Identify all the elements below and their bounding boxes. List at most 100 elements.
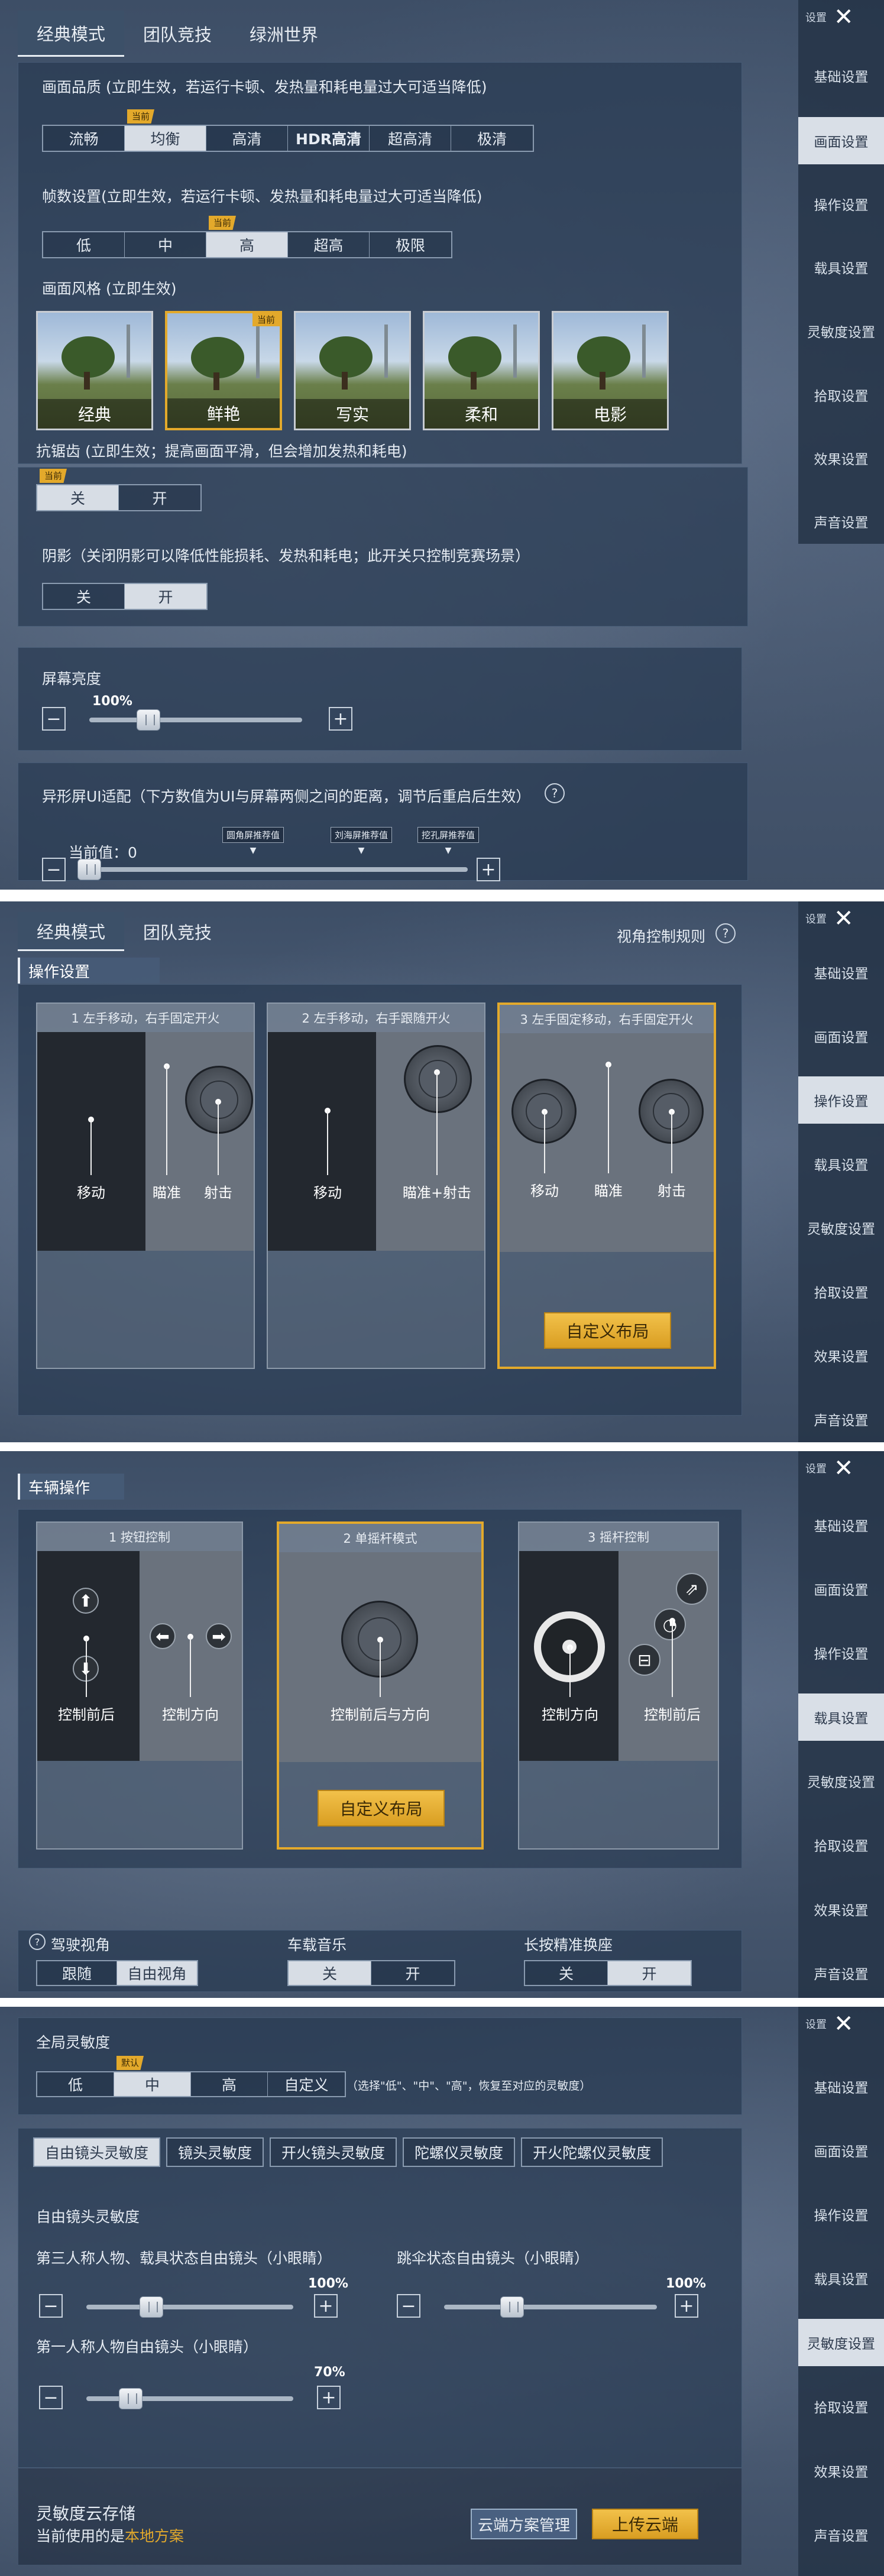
first-person-track[interactable] [86, 2396, 293, 2401]
sidebar-item-vehicle[interactable]: 载具设置 [798, 2254, 884, 2302]
antialias-on[interactable]: 开 [119, 485, 200, 510]
tab-free-camera[interactable]: 自由镜头灵敏度 [33, 2137, 161, 2167]
parachute-plus-button[interactable]: + [675, 2294, 698, 2318]
style-classic[interactable]: 经典 [36, 311, 153, 430]
sidebar-item-graphics[interactable]: 画面设置 [798, 1565, 884, 1613]
vehicle-card-1[interactable]: 1 按钮控制 ⬆ ⬇ ⬅ ➡ 控制前后 控制方向 [36, 1521, 243, 1850]
vehicle-card-3[interactable]: 3 摇杆控制 ⇗ ◔ ⊟ 控制方向 控制前后 [518, 1521, 719, 1850]
car-music-on[interactable]: 开 [371, 1961, 454, 1985]
sidebar-item-controls[interactable]: 操作设置 [798, 2191, 884, 2238]
tab-fire-camera[interactable]: 开火镜头灵敏度 [270, 2137, 397, 2167]
tab-camera[interactable]: 镜头灵敏度 [166, 2137, 264, 2167]
driver-view-help-icon[interactable]: ? [29, 1933, 46, 1950]
sidebar-item-sound[interactable]: 声音设置 [798, 498, 884, 545]
global-custom[interactable]: 自定义 [268, 2072, 345, 2096]
antialias-off[interactable]: 当前关 [37, 469, 119, 510]
fps-ultra[interactable]: 超高 [288, 232, 370, 257]
shadow-off[interactable]: 关 [43, 584, 125, 609]
brightness-track[interactable] [89, 718, 302, 722]
layout-card-1[interactable]: 1 左手移动，右手固定开火 移动 瞄准 射击 [36, 1003, 255, 1369]
sidebar-item-basic[interactable]: 基础设置 [798, 52, 884, 99]
precise-seat-off[interactable]: 关 [525, 1961, 608, 1985]
tab-team[interactable]: 团队竞技 [124, 11, 231, 57]
sidebar-item-effects[interactable]: 效果设置 [798, 1886, 884, 1933]
third-person-plus-button[interactable]: + [314, 2294, 338, 2318]
sidebar-item-basic[interactable]: 基础设置 [798, 2063, 884, 2110]
cloud-manage-button[interactable]: 云端方案管理 [471, 2509, 577, 2539]
sidebar-item-graphics[interactable]: 画面设置 [798, 117, 884, 164]
first-person-knob[interactable] [119, 2388, 143, 2409]
global-medium[interactable]: 默认中 [114, 2056, 191, 2096]
sidebar-item-graphics[interactable]: 画面设置 [798, 1013, 884, 1060]
parachute-knob[interactable] [500, 2296, 524, 2318]
third-person-track[interactable] [86, 2305, 293, 2309]
close-icon[interactable]: ✕ [834, 1456, 854, 1480]
close-icon[interactable]: ✕ [834, 2012, 854, 2036]
parachute-minus-button[interactable]: − [397, 2294, 420, 2318]
quality-hd[interactable]: 高清 [206, 126, 288, 151]
car-music-off[interactable]: 关 [289, 1961, 371, 1985]
tab-classic[interactable]: 经典模式 [18, 11, 124, 57]
notch-plus-button[interactable]: + [477, 858, 500, 881]
global-high[interactable]: 高 [191, 2072, 268, 2096]
sidebar-item-basic[interactable]: 基础设置 [798, 949, 884, 996]
quality-smooth[interactable]: 流畅 [43, 126, 125, 151]
style-soft[interactable]: 柔和 [423, 311, 540, 430]
brightness-minus-button[interactable]: − [42, 707, 66, 731]
sidebar-item-sound[interactable]: 声音设置 [798, 1396, 884, 1442]
tab-team[interactable]: 团队竞技 [124, 912, 231, 951]
sidebar-item-effects[interactable]: 效果设置 [798, 1332, 884, 1379]
driver-view-free[interactable]: 自由视角 [117, 1961, 197, 1985]
tab-oasis[interactable]: 绿洲世界 [231, 11, 337, 57]
sidebar-item-pickup[interactable]: 拾取设置 [798, 1821, 884, 1868]
sidebar-item-graphics[interactable]: 画面设置 [798, 2127, 884, 2174]
fps-low[interactable]: 低 [43, 232, 125, 257]
sidebar-item-pickup[interactable]: 拾取设置 [798, 2383, 884, 2430]
view-rules-help-icon[interactable]: ? [715, 923, 736, 943]
notch-knob[interactable] [77, 859, 101, 880]
sidebar-item-controls[interactable]: 操作设置 [798, 1076, 884, 1124]
custom-layout-button[interactable]: 自定义布局 [318, 1790, 445, 1826]
driver-view-follow[interactable]: 跟随 [37, 1961, 117, 1985]
third-person-knob[interactable] [140, 2296, 163, 2318]
fps-medium[interactable]: 中 [125, 232, 206, 257]
global-low[interactable]: 低 [37, 2072, 114, 2096]
quality-ultra-hd[interactable]: 超高清 [370, 126, 451, 151]
sidebar-item-vehicle[interactable]: 载具设置 [798, 1693, 884, 1741]
layout-card-2[interactable]: 2 左手移动，右手跟随开火 移动 瞄准+射击 [267, 1003, 485, 1369]
notch-track[interactable] [77, 867, 468, 872]
sidebar-item-sensitivity[interactable]: 灵敏度设置 [798, 1204, 884, 1251]
sidebar-item-basic[interactable]: 基础设置 [798, 1501, 884, 1549]
notch-help-icon[interactable]: ? [545, 783, 565, 803]
brightness-knob[interactable] [137, 709, 160, 731]
sidebar-item-effects[interactable]: 效果设置 [798, 2447, 884, 2494]
sidebar-item-effects[interactable]: 效果设置 [798, 434, 884, 482]
parachute-track[interactable] [444, 2305, 657, 2309]
first-person-plus-button[interactable]: + [317, 2386, 341, 2409]
fps-high[interactable]: 当前高 [206, 216, 288, 257]
shadow-on[interactable]: 开 [125, 584, 206, 609]
notch-minus-button[interactable]: − [42, 858, 66, 881]
sidebar-item-controls[interactable]: 操作设置 [798, 180, 884, 228]
vehicle-card-2[interactable]: 2 单摇杆模式 控制前后与方向 自定义布局 [277, 1521, 484, 1850]
close-icon[interactable]: ✕ [834, 5, 854, 29]
tab-classic[interactable]: 经典模式 [18, 912, 124, 951]
custom-layout-button[interactable]: 自定义布局 [544, 1312, 671, 1349]
sidebar-item-vehicle[interactable]: 载具设置 [798, 1140, 884, 1188]
close-icon[interactable]: ✕ [834, 907, 854, 930]
sidebar-item-pickup[interactable]: 拾取设置 [798, 371, 884, 418]
sidebar-item-vehicle[interactable]: 载具设置 [798, 244, 884, 291]
third-person-minus-button[interactable]: − [39, 2294, 63, 2318]
precise-seat-on[interactable]: 开 [608, 1961, 691, 1985]
layout-card-3[interactable]: 3 左手固定移动，右手固定开火 移动 瞄准 射击 自定义布局 [497, 1003, 716, 1369]
fps-extreme[interactable]: 极限 [370, 232, 451, 257]
sidebar-item-sensitivity[interactable]: 灵敏度设置 [798, 1757, 884, 1805]
sidebar-item-sound[interactable]: 声音设置 [798, 2511, 884, 2558]
quality-extreme[interactable]: 极清 [451, 126, 533, 151]
style-vivid[interactable]: 当前 鲜艳 [165, 311, 282, 430]
first-person-minus-button[interactable]: − [39, 2386, 63, 2409]
tab-fire-gyro[interactable]: 开火陀螺仪灵敏度 [521, 2137, 663, 2167]
style-realistic[interactable]: 写实 [294, 311, 411, 430]
sidebar-item-sensitivity[interactable]: 灵敏度设置 [798, 2319, 884, 2366]
view-control-rules-link[interactable]: 视角控制规则 [617, 925, 705, 946]
